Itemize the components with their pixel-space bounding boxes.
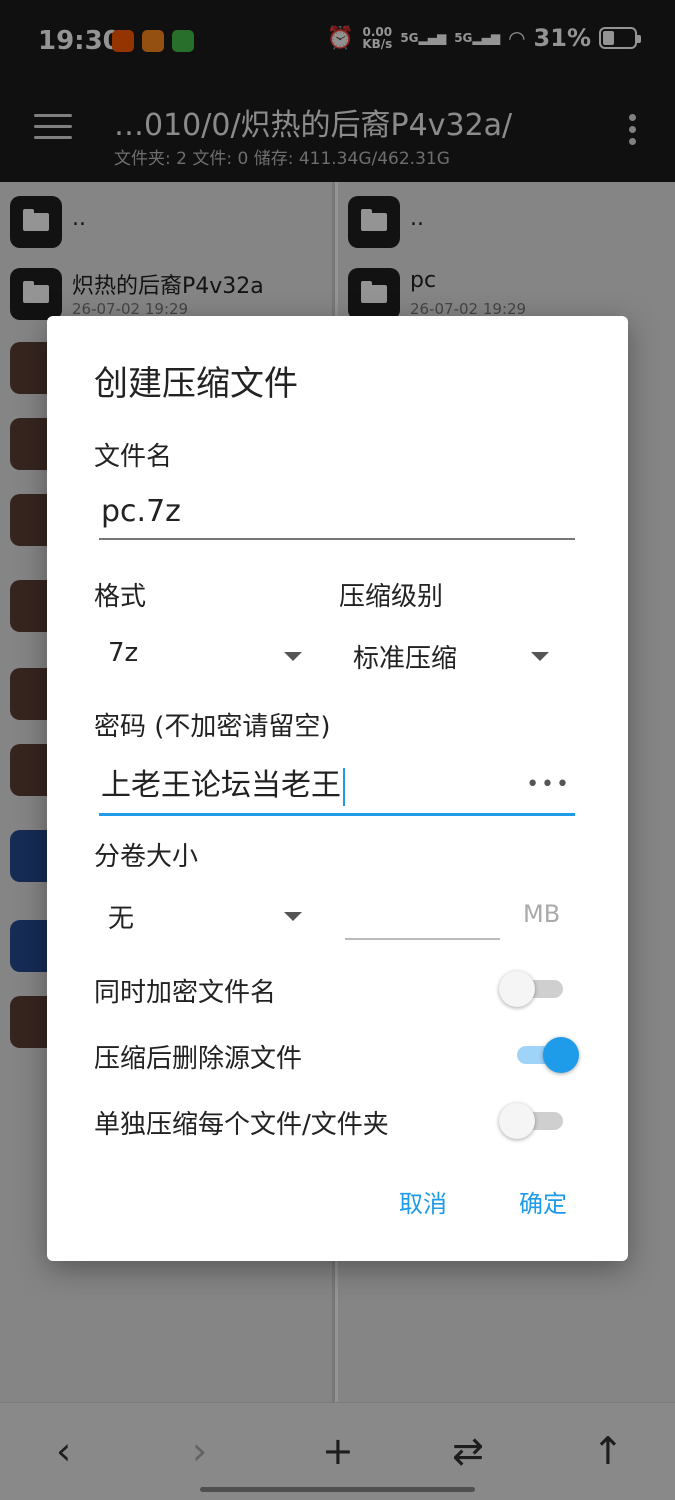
delete-source-switch[interactable] [517,1034,579,1074]
ok-button[interactable]: 确定 [519,1184,567,1219]
text-cursor [343,767,345,806]
dialog-title: 创建压缩文件 [94,364,298,404]
level-label: 压缩级别 [339,582,444,612]
encrypt-names-label: 同时加密文件名 [94,978,277,1008]
volume-unit: MB [523,900,561,928]
filename-label: 文件名 [94,442,173,472]
volume-label: 分卷大小 [94,842,199,872]
volume-size-input[interactable] [345,892,500,940]
chevron-down-icon [284,912,302,921]
format-label: 格式 [94,582,147,612]
volume-value: 无 [108,904,135,934]
format-select[interactable]: 7z [94,634,302,684]
level-select[interactable]: 标准压缩 [339,634,549,684]
password-visibility-toggle[interactable]: ••• [526,772,571,797]
format-value: 7z [108,638,139,668]
filename-value: pc.7z [101,494,181,529]
delete-source-label: 压缩后删除源文件 [94,1044,303,1074]
password-field[interactable]: 上老王论坛当老王 ••• [99,756,575,816]
create-archive-dialog: 创建压缩文件 文件名 pc.7z 格式 压缩级别 7z 标准压缩 密码 (不加密… [47,316,628,1261]
separate-label: 单独压缩每个文件/文件夹 [94,1110,389,1140]
encrypt-names-switch[interactable] [499,968,563,1008]
password-text: 上老王论坛当老王 [101,768,341,803]
password-label: 密码 (不加密请留空) [94,712,331,742]
password-value: 上老王论坛当老王 [101,760,345,806]
chevron-down-icon [284,652,302,661]
cancel-button[interactable]: 取消 [399,1184,447,1219]
volume-select[interactable]: 无 [94,894,302,944]
separate-switch[interactable] [499,1100,563,1140]
level-value: 标准压缩 [353,644,458,674]
chevron-down-icon [531,652,549,661]
filename-field[interactable]: pc.7z [99,492,575,540]
